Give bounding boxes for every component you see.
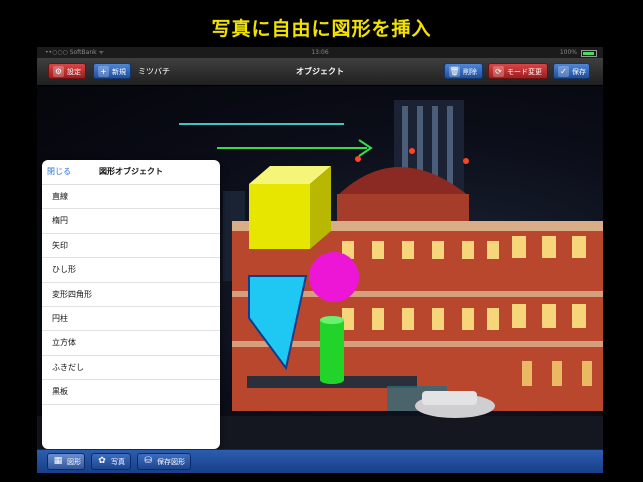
shape-item-line[interactable]: 直線 <box>42 185 220 210</box>
clock: 13:06 <box>311 49 329 56</box>
shape-item-arrow[interactable]: 矢印 <box>42 234 220 259</box>
photo-button[interactable]: ✿ 写真 <box>91 453 131 470</box>
refresh-icon: ⟳ <box>493 65 504 77</box>
app-window: ••○○○ SoftBank ᯤ 13:06 100% ⚙ 設定 + 新規 ミツバチ… <box>37 47 603 473</box>
mode-change-button[interactable]: ⟳ モード変更 <box>488 63 548 79</box>
delete-label: 削除 <box>463 68 477 76</box>
nav-bar: ⚙ 設定 + 新規 ミツバチ オブジェクト 🗑 削除 ⟳ モード変更 ✓ 保存 <box>37 58 603 86</box>
saved-shapes-label: 保存図形 <box>157 458 185 466</box>
popover-title: 図形オブジェクト <box>99 167 163 176</box>
photo-label: 写真 <box>111 458 125 466</box>
saved-shapes-button[interactable]: ⛁ 保存図形 <box>137 453 191 470</box>
cube-shape[interactable] <box>249 166 331 249</box>
save-label: 保存 <box>572 68 586 76</box>
trash-icon: 🗑 <box>449 65 460 77</box>
flower-icon: ✿ <box>98 456 106 466</box>
shapes-button[interactable]: ▦ 図形 <box>47 453 85 470</box>
shape-item-blackboard[interactable]: 黒板 <box>42 380 220 405</box>
promo-title: 写真に自由に図形を挿入 <box>0 0 643 46</box>
delete-button[interactable]: 🗑 削除 <box>444 63 483 79</box>
status-bar: ••○○○ SoftBank ᯤ 13:06 100% <box>37 47 603 58</box>
shape-item-diamond[interactable]: ひし形 <box>42 258 220 283</box>
bottom-toolbar: ▦ 図形 ✿ 写真 ⛁ 保存図形 <box>37 449 603 473</box>
cylinder-shape[interactable] <box>320 316 344 384</box>
mode-change-label: モード変更 <box>507 68 542 76</box>
shape-item-cube[interactable]: 立方体 <box>42 331 220 356</box>
shape-object-popover: 閉じる 図形オブジェクト 直線 楕円 矢印 ひし形 変形四角形 円柱 立方体 ふ… <box>42 160 220 449</box>
shapes-label: 図形 <box>67 458 81 466</box>
popover-header: 閉じる 図形オブジェクト <box>42 160 220 185</box>
shape-item-cylinder[interactable]: 円柱 <box>42 307 220 332</box>
circle-shape[interactable] <box>309 252 359 302</box>
battery-icon <box>581 50 597 57</box>
battery-percent: 100% <box>559 49 577 56</box>
database-icon: ⛁ <box>144 456 152 466</box>
save-button[interactable]: ✓ 保存 <box>553 63 590 79</box>
shape-item-quadrilateral[interactable]: 変形四角形 <box>42 283 220 307</box>
checkbox-icon: ✓ <box>558 65 569 77</box>
shapes-icon: ▦ <box>53 456 63 466</box>
shape-item-speech-bubble[interactable]: ふきだし <box>42 356 220 381</box>
shape-item-ellipse[interactable]: 楕円 <box>42 209 220 234</box>
